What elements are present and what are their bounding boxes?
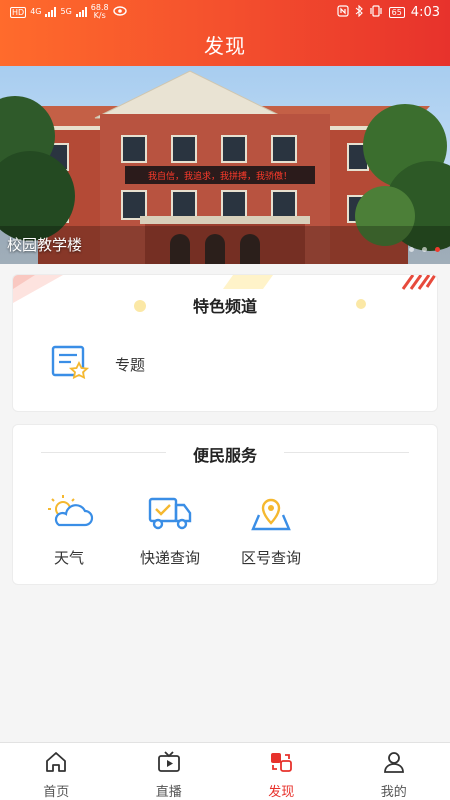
location-pin-icon	[245, 493, 297, 533]
channel-label: 专题	[115, 355, 146, 374]
network-speed: 68.8 K/s	[91, 4, 109, 20]
service-label: 区号查询	[240, 549, 301, 567]
banner-caption: 校园教学楼	[7, 236, 83, 254]
weather-icon	[43, 493, 95, 533]
topic-icon	[51, 345, 90, 383]
tab-label: 直播	[155, 785, 182, 800]
banner-sign-text: 我自信，我追求，我拼搏，我骄傲！	[148, 170, 292, 182]
bottom-tab-bar: 首页 直播 发现 我的	[0, 742, 450, 800]
battery-icon: 65	[388, 6, 405, 18]
carousel-dot[interactable]	[422, 247, 427, 252]
card-decoration	[223, 275, 273, 289]
divider	[284, 452, 409, 453]
bluetooth-icon	[355, 4, 363, 20]
banner-carousel[interactable]: 我自信，我追求，我拼搏，我骄傲！ 校园教学楼	[0, 66, 450, 264]
service-weather[interactable]: 天气	[19, 493, 119, 568]
service-label: 天气	[53, 549, 84, 567]
status-bar: HD 4G 5G 68.8 K/s 65 4:03	[0, 0, 450, 24]
services-title: 便民服务	[192, 446, 257, 465]
tab-discover[interactable]: 发现	[225, 743, 338, 800]
network-type-2: 5G	[60, 7, 72, 16]
card-decoration	[397, 275, 437, 293]
vibrate-icon	[369, 4, 383, 20]
channel-item-topic[interactable]: 专题	[51, 345, 145, 383]
clock: 4:03	[410, 4, 440, 20]
tab-label: 我的	[380, 785, 407, 800]
hd-badge: HD	[10, 6, 27, 18]
tv-icon	[157, 751, 181, 777]
eye-icon	[112, 5, 127, 19]
carousel-indicator	[409, 247, 440, 252]
home-icon	[44, 751, 68, 777]
service-delivery[interactable]: 快递查询	[120, 493, 220, 568]
signal-icon-2	[75, 7, 87, 17]
service-label: 快递查询	[139, 549, 200, 567]
service-area-code[interactable]: 区号查询	[221, 493, 321, 568]
app-header: HD 4G 5G 68.8 K/s 65 4:03 发现	[0, 0, 450, 66]
speed-unit: K/s	[93, 11, 106, 20]
tab-profile[interactable]: 我的	[338, 743, 450, 800]
delivery-truck-icon	[144, 493, 196, 533]
nfc-icon	[337, 4, 349, 20]
signal-icon	[45, 7, 57, 17]
featured-title: 特色频道	[192, 297, 257, 316]
page-title: 发现	[204, 34, 246, 58]
services-card: 便民服务 天气 快递查询 区号查询	[12, 424, 438, 585]
tab-live[interactable]: 直播	[113, 743, 226, 800]
featured-channel-card: 特色频道 专题	[12, 274, 438, 412]
tab-home[interactable]: 首页	[0, 743, 113, 800]
discover-icon	[269, 751, 293, 777]
network-type-1: 4G	[30, 7, 42, 16]
carousel-dot[interactable]	[409, 247, 414, 252]
carousel-dot-active[interactable]	[435, 247, 440, 252]
profile-icon	[382, 751, 406, 777]
tab-label: 首页	[43, 785, 70, 800]
tab-label: 发现	[268, 785, 295, 800]
